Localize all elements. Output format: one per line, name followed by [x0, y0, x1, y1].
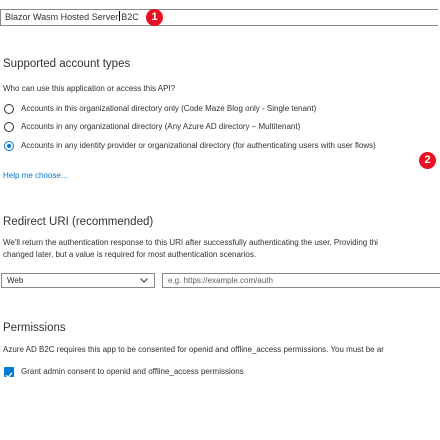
redirect-uri-description-line2: changed later, but a value is required f… [3, 250, 257, 259]
app-registration-form: Blazor Wasm Hosted Server B2C 1 Supported… [0, 0, 440, 440]
grant-admin-consent-label: Grant admin consent to openid and offlin… [21, 367, 244, 376]
grant-admin-consent-checkbox[interactable] [4, 367, 14, 379]
account-types-question: Who can use this application or access t… [3, 84, 176, 93]
radio-single-tenant-label: Accounts in this organizational director… [21, 104, 317, 113]
radio-single-tenant[interactable] [4, 104, 14, 114]
permissions-description: Azure AD B2C requires this app to be con… [3, 345, 384, 354]
app-name-value-end: B2C [121, 12, 139, 22]
account-types-heading: Supported account types [3, 58, 131, 70]
redirect-uri-heading: Redirect URI (recommended) [3, 216, 154, 228]
radio-any-identity-provider[interactable] [4, 141, 14, 151]
permissions-heading: Permissions [3, 322, 66, 334]
platform-select-value: Web [7, 276, 24, 285]
help-me-choose-link[interactable]: Help me choose... [3, 171, 67, 180]
checkmark-icon [5, 372, 13, 379]
redirect-uri-input[interactable]: e.g. https://example.com/auth [162, 273, 440, 288]
app-name-value-start: Blazor Wasm Hosted Server [5, 12, 119, 22]
callout-badge-1: 1 [146, 9, 163, 26]
redirect-uri-description-line1: We'll return the authentication response… [3, 238, 378, 247]
radio-multitenant-label: Accounts in any organizational directory… [21, 122, 301, 131]
platform-select[interactable]: Web [1, 273, 155, 288]
radio-multitenant[interactable] [4, 122, 14, 132]
app-name-input[interactable]: Blazor Wasm Hosted Server B2C [0, 9, 438, 26]
radio-any-identity-provider-label: Accounts in any identity provider or org… [21, 141, 376, 150]
callout-badge-2: 2 [419, 152, 436, 169]
chevron-down-icon [140, 278, 148, 283]
